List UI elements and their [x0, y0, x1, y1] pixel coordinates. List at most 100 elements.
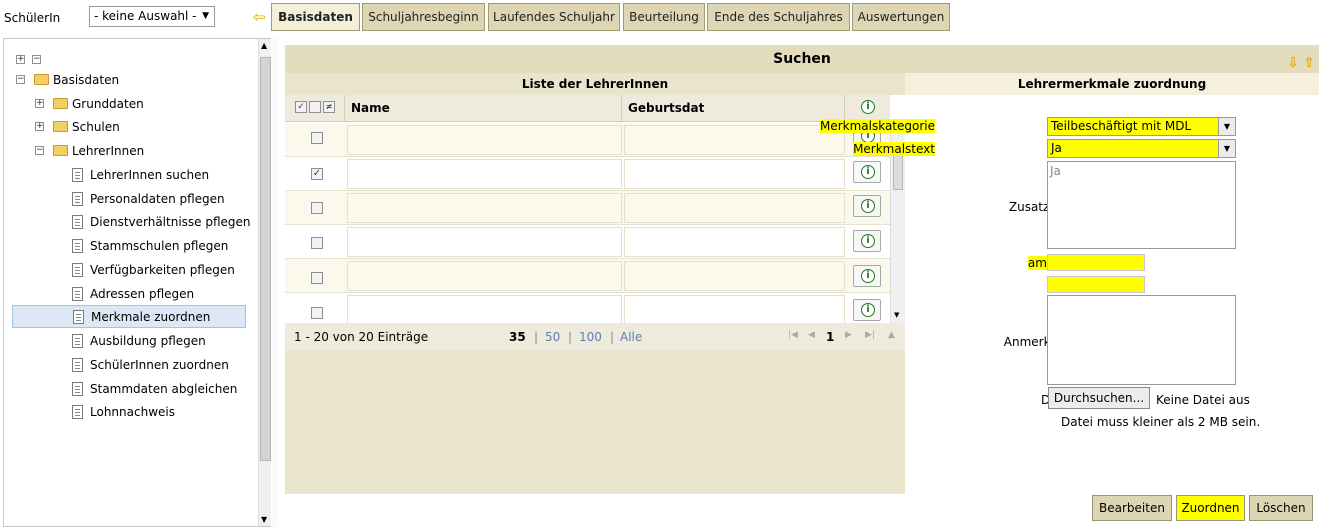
grid-scroll-thumb[interactable] [893, 152, 903, 190]
info-icon: i [854, 97, 882, 119]
page-size-50[interactable]: 50 [545, 330, 560, 344]
edit-button[interactable]: Bearbeiten [1092, 495, 1172, 521]
tree-scroll-thumb[interactable] [260, 57, 271, 461]
student-select-value: - keine Auswahl - [94, 9, 197, 23]
page-size-35[interactable]: 35 [509, 330, 526, 344]
info-button[interactable]: i [853, 265, 881, 287]
tree-label: Stammschulen pflegen [90, 239, 229, 253]
pager-summary: 1 - 20 von 20 Einträge [294, 330, 429, 344]
delete-button[interactable]: Löschen [1249, 495, 1313, 521]
tree-label: LehrerInnen suchen [90, 168, 210, 182]
teacher-grid: ✓ ≠ Name Geburtsdat i i ✓ i i i i i ▼ [285, 95, 905, 325]
tree-item-merkmale-zuordnen[interactable]: Merkmale zuordnen [12, 305, 246, 328]
page-size-all[interactable]: Alle [620, 330, 642, 344]
tree-label: SchülerInnen zuordnen [90, 358, 229, 372]
birthdate-cell [624, 125, 845, 155]
collapse-icon[interactable]: − [35, 146, 44, 155]
category-select[interactable]: Teilbeschäftigt mit MDL ▼ [1047, 117, 1236, 136]
tree-item-lohnnachweis[interactable]: Lohnnachweis [72, 402, 242, 422]
tab-ende-des-schuljahres[interactable]: Ende des Schuljahres [707, 3, 850, 31]
tree-label: Verfügbarkeiten pflegen [90, 263, 235, 277]
table-row[interactable]: ✓ i [285, 157, 890, 191]
scroll-down-icon[interactable]: ▼ [261, 515, 267, 524]
info-button[interactable]: i [853, 230, 881, 252]
select-none-checkbox[interactable] [309, 101, 321, 113]
tree-item-personaldaten[interactable]: Personaldaten pflegen [72, 189, 242, 209]
table-row[interactable]: i [285, 293, 890, 325]
document-icon [72, 287, 83, 301]
row-checkbox[interactable] [311, 202, 323, 214]
prev-page-icon[interactable]: ◀ [808, 330, 815, 340]
tree-label: Lohnnachweis [90, 405, 175, 419]
grid-header: ✓ ≠ Name Geburtsdat i [285, 95, 890, 122]
navigation-tree: + − − Basisdaten + Grunddaten + Schulen … [3, 38, 271, 527]
scroll-down-icon[interactable]: ▼ [894, 311, 899, 319]
form-title: Lehrermerkmale zuordnung [905, 73, 1319, 95]
tree-item-ausbildung[interactable]: Ausbildung pflegen [72, 331, 242, 351]
row-checkbox[interactable] [311, 307, 323, 319]
panel-splitter[interactable] [272, 38, 277, 527]
expand-icon[interactable]: + [35, 99, 44, 108]
row-checkbox[interactable] [311, 272, 323, 284]
tree-item-adressen[interactable]: Adressen pflegen [72, 284, 242, 304]
first-page-icon[interactable]: |◀ [788, 330, 798, 340]
tab-basisdaten[interactable]: Basisdaten [271, 3, 360, 31]
page-size-100[interactable]: 100 [579, 330, 602, 344]
tree-item-lehrerinnen-suchen[interactable]: LehrerInnen suchen [72, 165, 242, 185]
text-value: Ja [1051, 141, 1062, 155]
tree-item-schuelerinnen[interactable]: SchülerInnen zuordnen [72, 355, 242, 375]
tree-label: Merkmale zuordnen [91, 310, 211, 324]
tab-laufendes-schuljahr[interactable]: Laufendes Schuljahr [488, 3, 620, 31]
select-all-checkbox[interactable]: ✓ [295, 101, 307, 113]
tab-schuljahresbeginn[interactable]: Schuljahresbeginn [362, 3, 485, 31]
tree-item-stammschulen[interactable]: Stammschulen pflegen [72, 236, 242, 256]
tree-scrollbar[interactable]: ▲ ▼ [258, 39, 271, 526]
extra-textarea[interactable]: Ja [1047, 161, 1236, 249]
tree-label: Basisdaten [53, 73, 120, 87]
column-birthdate[interactable]: Geburtsdat [624, 95, 845, 122]
document-icon [72, 239, 83, 253]
row-checkbox[interactable] [311, 132, 323, 144]
next-page-icon[interactable]: ▶ [845, 330, 852, 340]
birthdate-cell [624, 159, 845, 189]
name-cell [347, 193, 622, 223]
last-page-icon[interactable]: ▶| [865, 330, 875, 340]
to-date-input[interactable] [1047, 276, 1145, 293]
arrow-left-icon[interactable]: ⇦ [253, 8, 266, 26]
expand-all-icon[interactable]: + [16, 55, 25, 64]
text-select[interactable]: Ja ▼ [1047, 139, 1236, 158]
invert-selection-checkbox[interactable]: ≠ [323, 101, 335, 113]
student-select[interactable]: - keine Auswahl - ▼ [89, 6, 215, 27]
table-row[interactable]: i [285, 191, 890, 225]
chevron-down-icon: ▼ [202, 11, 209, 21]
collapse-all-icon[interactable]: − [32, 55, 41, 64]
tree-item-stammdaten[interactable]: Stammdaten abgleichen [72, 379, 242, 399]
tree-label: Adressen pflegen [90, 287, 195, 301]
document-icon [72, 168, 83, 182]
tab-beurteilung[interactable]: Beurteilung [623, 3, 705, 31]
from-date-input[interactable] [1047, 254, 1145, 271]
scroll-up-icon[interactable]: ▲ [261, 41, 267, 50]
row-checkbox[interactable] [311, 237, 323, 249]
table-row[interactable]: i [285, 225, 890, 259]
info-button[interactable]: i [853, 299, 881, 321]
info-button[interactable]: i [853, 161, 881, 183]
name-cell [347, 125, 622, 155]
column-info: i [847, 95, 890, 122]
table-row[interactable]: i [285, 123, 890, 157]
browse-button[interactable]: Durchsuchen... [1048, 387, 1150, 409]
note-textarea[interactable] [1047, 295, 1236, 385]
row-checkbox-checked[interactable]: ✓ [311, 168, 323, 180]
scroll-top-icon[interactable]: ▲ [888, 330, 895, 340]
collapse-icon[interactable]: − [16, 75, 25, 84]
expand-icon[interactable]: + [35, 122, 44, 131]
main-panel: Suchen ⇩ ⇧ Liste der LehrerInnen ✓ ≠ Nam… [285, 45, 1319, 495]
column-name[interactable]: Name [347, 95, 622, 122]
tab-auswertungen[interactable]: Auswertungen [852, 3, 950, 31]
tree-item-verfuegbarkeiten[interactable]: Verfügbarkeiten pflegen [72, 260, 242, 280]
table-row[interactable]: i [285, 259, 890, 293]
assign-button[interactable]: Zuordnen [1176, 495, 1245, 521]
tree-item-dienstverhaeltnisse[interactable]: Dienstverhältnisse pflegen [72, 212, 251, 232]
info-button[interactable]: i [853, 195, 881, 217]
birthdate-cell [624, 261, 845, 291]
